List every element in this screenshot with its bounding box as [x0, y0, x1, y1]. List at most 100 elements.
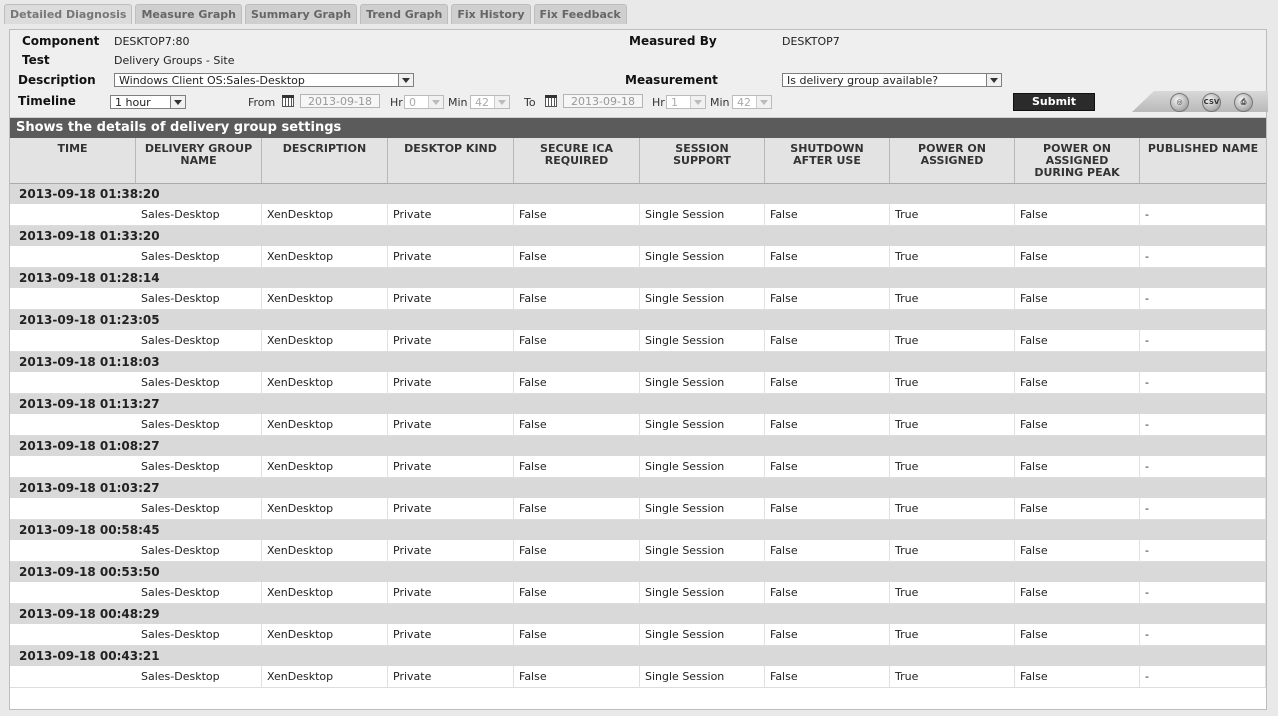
cell-published-name: -: [1140, 204, 1266, 226]
description-select[interactable]: Windows Client OS:Sales-Desktop: [114, 73, 414, 87]
table-row[interactable]: Sales-Desktop XenDesktop Private False Singl…: [10, 498, 1266, 520]
table-row[interactable]: Sales-Desktop XenDesktop Private False Singl…: [10, 246, 1266, 268]
cell-session-support: Single Session: [640, 624, 765, 646]
from-label: From: [248, 96, 276, 109]
table-row[interactable]: Sales-Desktop XenDesktop Private False Singl…: [10, 540, 1266, 562]
cell-desktop-kind: Private: [388, 624, 514, 646]
timeline-select[interactable]: 1 hour: [110, 95, 186, 109]
table-group: 2013-09-18 01:13:27 Sales-Desktop XenDeskt…: [10, 394, 1266, 436]
cell-power-on-assigned: True: [890, 582, 1015, 604]
measurement-select[interactable]: Is delivery group available?: [782, 73, 1002, 87]
cell-secure-ica-required: False: [514, 624, 640, 646]
cell-desktop-kind: Private: [388, 288, 514, 310]
column-header-power-on-assigned-during-peak[interactable]: POWER ON ASSIGNED DURING PEAK: [1015, 138, 1140, 183]
cell-delivery-group-name: Sales-Desktop: [136, 372, 262, 394]
cell-power-on-assigned: True: [890, 330, 1015, 352]
to-min-select[interactable]: 42: [732, 95, 772, 109]
cell-shutdown-after-use: False: [765, 456, 890, 478]
tab-fix-feedback[interactable]: Fix Feedback: [533, 4, 627, 24]
section-title: Shows the details of delivery group sett…: [10, 118, 1266, 138]
chevron-down-icon: [986, 74, 1001, 86]
from-date-input[interactable]: 2013-09-18: [300, 94, 380, 108]
column-header-session-support[interactable]: SESSION SUPPORT: [640, 138, 765, 183]
chevron-down-icon: [170, 96, 185, 108]
group-timestamp: 2013-09-18 01:13:27: [10, 394, 1266, 414]
cell-published-name: -: [1140, 456, 1266, 478]
cell-secure-ica-required: False: [514, 582, 640, 604]
chevron-down-icon: [428, 96, 443, 108]
cell-session-support: Single Session: [640, 330, 765, 352]
from-min-label: Min: [448, 96, 468, 109]
cell-power-on-assigned-during-peak: False: [1015, 414, 1140, 436]
cell-power-on-assigned: True: [890, 498, 1015, 520]
to-min-label: Min: [710, 96, 730, 109]
table-row[interactable]: Sales-Desktop XenDesktop Private False Singl…: [10, 456, 1266, 478]
chevron-down-icon: [494, 96, 509, 108]
cell-secure-ica-required: False: [514, 246, 640, 268]
column-header-desktop-kind[interactable]: DESKTOP KIND: [388, 138, 514, 183]
table-group: 2013-09-18 00:43:21 Sales-Desktop XenDeskt…: [10, 646, 1266, 688]
cell-description: XenDesktop: [262, 372, 388, 394]
column-header-time[interactable]: TIME: [10, 138, 136, 183]
cell-desktop-kind: Private: [388, 582, 514, 604]
group-timestamp: 2013-09-18 01:28:14: [10, 268, 1266, 288]
column-header-secure-ica-required[interactable]: SECURE ICA REQUIRED: [514, 138, 640, 183]
cell-desktop-kind: Private: [388, 414, 514, 436]
tab-summary-graph[interactable]: Summary Graph: [244, 4, 358, 24]
calendar-icon[interactable]: [282, 95, 294, 107]
column-header-power-on-assigned[interactable]: POWER ON ASSIGNED: [890, 138, 1015, 183]
cell-published-name: -: [1140, 540, 1266, 562]
group-timestamp: 2013-09-18 01:33:20: [10, 226, 1266, 246]
tab-measure-graph[interactable]: Measure Graph: [135, 4, 242, 24]
cell-shutdown-after-use: False: [765, 372, 890, 394]
print-icon[interactable]: ⎙: [1234, 93, 1253, 112]
chevron-down-icon: [690, 96, 705, 108]
cell-delivery-group-name: Sales-Desktop: [136, 288, 262, 310]
cell-description: XenDesktop: [262, 288, 388, 310]
cell-session-support: Single Session: [640, 498, 765, 520]
binoculars-icon[interactable]: ◎: [1170, 93, 1189, 112]
cell-power-on-assigned-during-peak: False: [1015, 666, 1140, 688]
to-date-input[interactable]: 2013-09-18: [563, 94, 643, 108]
cell-session-support: Single Session: [640, 540, 765, 562]
cell-delivery-group-name: Sales-Desktop: [136, 330, 262, 352]
csv-icon[interactable]: CSV: [1202, 93, 1221, 112]
table-row[interactable]: Sales-Desktop XenDesktop Private False Singl…: [10, 288, 1266, 310]
table-row[interactable]: Sales-Desktop XenDesktop Private False Singl…: [10, 666, 1266, 688]
cell-description: XenDesktop: [262, 582, 388, 604]
table-row[interactable]: Sales-Desktop XenDesktop Private False Singl…: [10, 372, 1266, 394]
cell-power-on-assigned: True: [890, 288, 1015, 310]
table-row[interactable]: Sales-Desktop XenDesktop Private False Singl…: [10, 414, 1266, 436]
cell-published-name: -: [1140, 624, 1266, 646]
cell-power-on-assigned: True: [890, 372, 1015, 394]
description-label: Description: [18, 73, 96, 87]
column-header-published-name[interactable]: PUBLISHED NAME: [1140, 138, 1266, 183]
cell-shutdown-after-use: False: [765, 540, 890, 562]
to-hr-value: 1: [671, 96, 678, 109]
column-header-shutdown-after-use[interactable]: SHUTDOWN AFTER USE: [765, 138, 890, 183]
cell-power-on-assigned: True: [890, 540, 1015, 562]
tab-trend-graph[interactable]: Trend Graph: [360, 4, 449, 24]
column-header-delivery-group-name[interactable]: DELIVERY GROUP NAME: [136, 138, 262, 183]
table-group: 2013-09-18 01:08:27 Sales-Desktop XenDeskt…: [10, 436, 1266, 478]
table-row[interactable]: Sales-Desktop XenDesktop Private False Singl…: [10, 204, 1266, 226]
submit-button[interactable]: Submit: [1013, 93, 1095, 111]
cell-description: XenDesktop: [262, 204, 388, 226]
from-min-select[interactable]: 42: [470, 95, 510, 109]
tab-detailed-diagnosis[interactable]: Detailed Diagnosis: [4, 4, 133, 24]
to-hr-select[interactable]: 1: [666, 95, 706, 109]
cell-description: XenDesktop: [262, 414, 388, 436]
table-row[interactable]: Sales-Desktop XenDesktop Private False Singl…: [10, 330, 1266, 352]
cell-power-on-assigned: True: [890, 204, 1015, 226]
table-row[interactable]: Sales-Desktop XenDesktop Private False Singl…: [10, 624, 1266, 646]
measured-by-label: Measured By: [629, 34, 717, 48]
table-row[interactable]: Sales-Desktop XenDesktop Private False Singl…: [10, 582, 1266, 604]
cell-secure-ica-required: False: [514, 540, 640, 562]
from-hr-select[interactable]: 0: [404, 95, 444, 109]
cell-shutdown-after-use: False: [765, 498, 890, 520]
calendar-icon[interactable]: [545, 95, 557, 107]
column-header-description[interactable]: DESCRIPTION: [262, 138, 388, 183]
tab-fix-history[interactable]: Fix History: [451, 4, 531, 24]
cell-desktop-kind: Private: [388, 372, 514, 394]
group-timestamp: 2013-09-18 01:38:20: [10, 184, 1266, 204]
